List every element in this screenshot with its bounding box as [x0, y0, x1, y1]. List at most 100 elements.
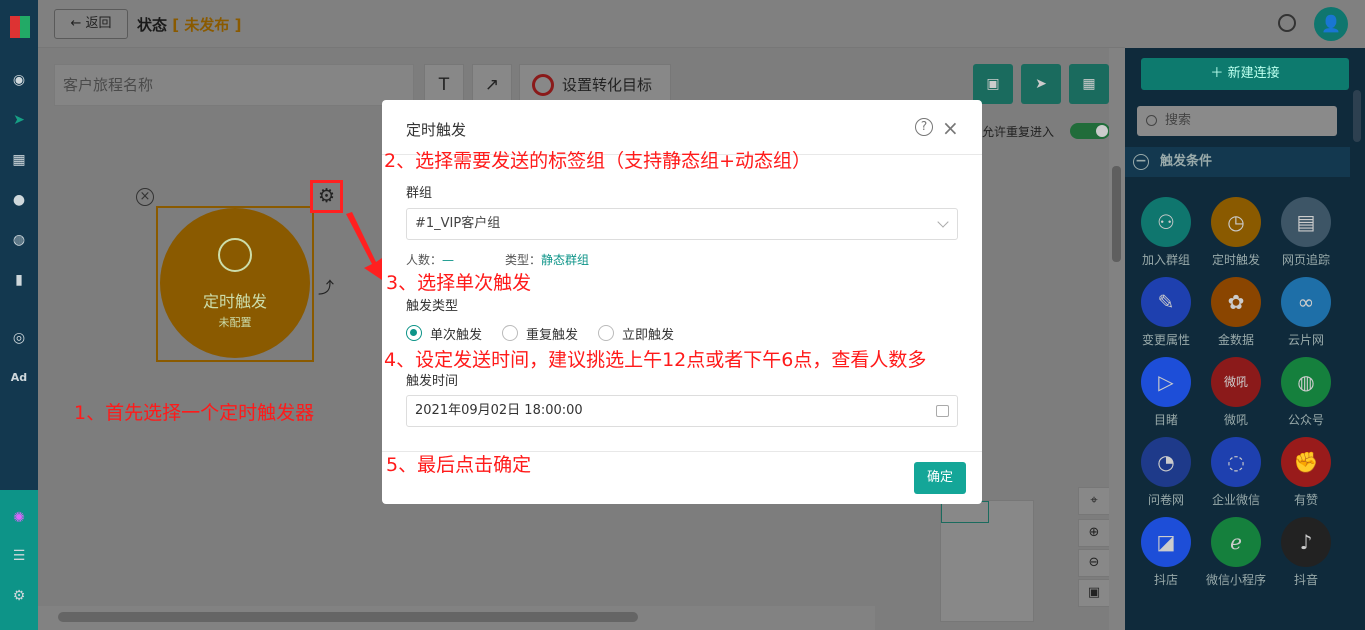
- chevron-down-icon: [937, 216, 949, 228]
- group-icon[interactable]: ◍: [9, 230, 29, 250]
- back-arrow-icon: ←: [70, 16, 82, 31]
- page-title: 状态 [ 未发布 ]: [137, 14, 241, 35]
- chat-icon[interactable]: [1278, 14, 1296, 32]
- trigger-tile-label[interactable]: 微吼: [1201, 411, 1271, 428]
- canvas-horizontal-scrollbar[interactable]: [38, 606, 875, 630]
- trigger-type-label: 触发类型: [406, 299, 459, 314]
- tiktok-icon[interactable]: ♪: [1281, 517, 1331, 567]
- trigger-tile-label[interactable]: 目睹: [1131, 411, 1201, 428]
- integration-icon[interactable]: ✺: [9, 508, 29, 528]
- minimap[interactable]: [940, 500, 1034, 622]
- confirm-button[interactable]: 确定: [914, 462, 966, 494]
- title-text: 状态: [137, 16, 168, 34]
- save-button[interactable]: ▣: [973, 64, 1013, 104]
- app-logo: [10, 16, 30, 38]
- browser-icon[interactable]: ▤: [1281, 197, 1331, 247]
- edit-icon[interactable]: ✎: [1141, 277, 1191, 327]
- clock-icon[interactable]: ◷: [1211, 197, 1261, 247]
- wechat-nav-icon[interactable]: ◎: [9, 328, 29, 348]
- group-select[interactable]: #1_VIP客户组: [406, 208, 958, 240]
- node-delete-icon[interactable]: ×: [136, 188, 154, 206]
- dashboard-icon[interactable]: ◉: [9, 70, 29, 90]
- minimap-viewport[interactable]: [941, 501, 989, 523]
- trigger-tile-label[interactable]: 加入群组: [1131, 251, 1201, 268]
- timer-trigger-node[interactable]: 定时触发 未配置: [160, 208, 310, 358]
- wecom-icon[interactable]: ◌: [1211, 437, 1261, 487]
- back-label: 返回: [85, 16, 112, 31]
- connector-handle-icon[interactable]: ⤴: [318, 274, 334, 298]
- new-connection-button[interactable]: ＋ 新建连接: [1141, 58, 1349, 90]
- node-settings-gear-icon[interactable]: ⚙: [310, 180, 343, 213]
- zoom-out-icon[interactable]: ⊖: [1078, 549, 1110, 577]
- type-value: 静态群组: [541, 253, 590, 267]
- chart-icon[interactable]: ▮: [9, 270, 29, 290]
- trigger-tile-label[interactable]: 问卷网: [1131, 491, 1201, 508]
- search-icon: [1146, 115, 1157, 126]
- calendar-icon: [936, 405, 949, 417]
- wenjuan-icon[interactable]: ◔: [1141, 437, 1191, 487]
- trigger-tile-label[interactable]: 变更属性: [1131, 331, 1201, 348]
- panel-scrollbar[interactable]: [1350, 48, 1365, 630]
- immediate-trigger-label[interactable]: 立即触发: [622, 324, 674, 343]
- trigger-tile-label[interactable]: 抖店: [1131, 571, 1201, 588]
- annotation-step-1: 1、首先选择一个定时触发器: [74, 402, 315, 424]
- annotation-step-3: 3、选择单次触发: [386, 272, 532, 294]
- zoom-in-icon[interactable]: ⊕: [1078, 519, 1110, 547]
- thumb-up-icon[interactable]: ✊: [1281, 437, 1331, 487]
- server-icon[interactable]: ☰: [9, 546, 29, 566]
- scroll-thumb[interactable]: [1112, 166, 1121, 262]
- allow-reentry-toggle[interactable]: [1070, 123, 1110, 139]
- radio-repeat-trigger[interactable]: [502, 325, 518, 341]
- ad-icon[interactable]: Ad: [9, 368, 29, 388]
- trigger-time-picker[interactable]: 2021年09月02日 18:00:00: [406, 395, 958, 427]
- back-button[interactable]: ← 返回: [54, 9, 128, 39]
- node-subtitle: 未配置: [218, 316, 252, 329]
- wechat-icon[interactable]: ◍: [1281, 357, 1331, 407]
- search-placeholder: 搜索: [1165, 113, 1192, 128]
- publish-button[interactable]: ➤: [1021, 64, 1061, 104]
- help-icon[interactable]: ?: [915, 118, 933, 136]
- trigger-tile-label[interactable]: 抖音: [1271, 571, 1341, 588]
- trigger-tile-label[interactable]: 定时触发: [1201, 251, 1271, 268]
- miniprogram-icon[interactable]: ℯ: [1211, 517, 1261, 567]
- weihou-icon[interactable]: 微吼: [1211, 357, 1261, 407]
- section-title: 触发条件: [1160, 154, 1213, 169]
- avatar[interactable]: 👤: [1314, 7, 1348, 41]
- play-icon[interactable]: ▷: [1141, 357, 1191, 407]
- close-icon[interactable]: ×: [942, 116, 959, 140]
- fit-view-icon[interactable]: ▣: [1078, 579, 1110, 607]
- count-label: 人数：: [406, 253, 443, 267]
- status-text: 未发布: [184, 16, 230, 34]
- trigger-time-label: 触发时间: [406, 374, 459, 389]
- trigger-tile-label[interactable]: 网页追踪: [1271, 251, 1341, 268]
- trigger-tile-label[interactable]: 企业微信: [1201, 491, 1271, 508]
- single-trigger-label[interactable]: 单次触发: [430, 324, 482, 343]
- contact-icon[interactable]: ●: [9, 190, 29, 210]
- scroll-thumb[interactable]: [58, 612, 638, 622]
- left-nav: ◉ ➤ ▦ ● ◍ ▮ ◎ Ad ✺ ☰ ⚙: [0, 0, 38, 630]
- target-icon: [532, 74, 554, 96]
- jinshuju-icon[interactable]: ✿: [1211, 277, 1261, 327]
- canvas-vertical-scrollbar[interactable]: [1109, 48, 1125, 630]
- layout-button[interactable]: ▦: [1069, 64, 1109, 104]
- radio-immediate-trigger[interactable]: [598, 325, 614, 341]
- trigger-tile-label[interactable]: 云片网: [1271, 331, 1341, 348]
- journey-icon[interactable]: ➤: [9, 110, 29, 130]
- search-input[interactable]: 搜索: [1137, 106, 1337, 136]
- trigger-tile-label[interactable]: 公众号: [1271, 411, 1341, 428]
- doudian-icon[interactable]: ◪: [1141, 517, 1191, 567]
- locate-icon[interactable]: ⌖: [1078, 487, 1110, 515]
- trigger-tile-label[interactable]: 有赞: [1271, 491, 1341, 508]
- settings-icon[interactable]: ⚙: [9, 586, 29, 606]
- layout-icon[interactable]: ▦: [9, 150, 29, 170]
- dialog-title: 定时触发: [406, 121, 467, 139]
- radio-single-trigger[interactable]: [406, 325, 422, 341]
- trigger-section-header[interactable]: − 触发条件: [1125, 147, 1365, 177]
- add-user-icon[interactable]: ⚇: [1141, 197, 1191, 247]
- scroll-thumb[interactable]: [1353, 90, 1361, 142]
- trigger-tile-label[interactable]: 微信小程序: [1201, 571, 1271, 588]
- repeat-trigger-label[interactable]: 重复触发: [526, 324, 578, 343]
- yunpian-icon[interactable]: ∞: [1281, 277, 1331, 327]
- journey-name-input[interactable]: 客户旅程名称: [54, 64, 414, 106]
- trigger-tile-label[interactable]: 金数据: [1201, 331, 1271, 348]
